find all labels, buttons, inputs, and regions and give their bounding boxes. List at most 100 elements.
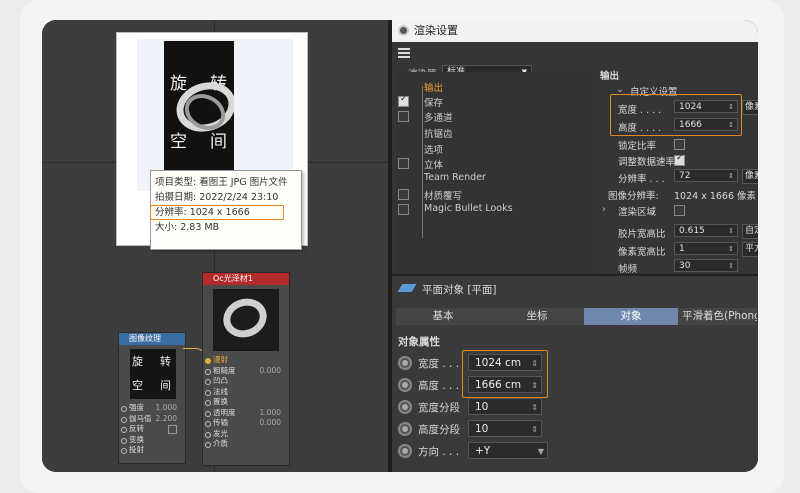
- animate-radio-icon[interactable]: [398, 356, 412, 370]
- orientation-select[interactable]: +Y ▼: [468, 442, 548, 459]
- adjust-rate-checkbox[interactable]: ✓: [674, 153, 685, 166]
- node-param-row[interactable]: 反转: [119, 424, 185, 435]
- animate-radio-icon[interactable]: [398, 378, 412, 392]
- tree-item-material-override[interactable]: 材质覆写: [424, 188, 462, 202]
- tree-item-stereo[interactable]: 立体: [424, 157, 443, 171]
- spinner-icon: ⇕: [531, 403, 538, 412]
- hamburger-menu-icon[interactable]: [398, 48, 410, 58]
- tab-basic[interactable]: 基本: [396, 308, 491, 325]
- magic-bullet-checkbox[interactable]: [398, 204, 409, 215]
- node-title[interactable]: 图像纹理: [119, 333, 185, 345]
- input-port-icon[interactable]: [205, 442, 211, 448]
- viewport-panel[interactable]: 旋 转 空 间 项目类型: 看图王 JPG 图片文件 拍摄日期: 2022/2/…: [42, 20, 388, 472]
- node-param-row[interactable]: 介质: [203, 439, 289, 450]
- lock-ratio-checkbox[interactable]: [674, 139, 685, 150]
- input-port-icon[interactable]: [121, 406, 127, 412]
- material-override-checkbox[interactable]: [398, 189, 409, 200]
- tab-phong[interactable]: 平滑着色(Phong: [678, 308, 758, 325]
- tree-line: [422, 86, 423, 238]
- tree-item-magic-bullet[interactable]: Magic Bullet Looks: [424, 203, 513, 214]
- tree-item-options[interactable]: 选项: [424, 142, 443, 156]
- node-output-row[interactable]: 漫射: [203, 355, 289, 366]
- node-param-row[interactable]: 强度 1.000: [119, 403, 185, 414]
- adjust-rate-label: 调整数据速率: [618, 157, 676, 168]
- spinner-icon: ⇕: [728, 245, 734, 253]
- plane-width-label: 宽度 . . .: [418, 358, 460, 370]
- spinner-icon: ⇕: [728, 262, 734, 270]
- animate-radio-icon[interactable]: [398, 444, 412, 458]
- save-checkbox[interactable]: ✓: [398, 94, 409, 107]
- thumb-char: 转: [160, 355, 171, 368]
- node-param-row[interactable]: 投射: [119, 445, 185, 456]
- film-ratio-select[interactable]: 自定: [742, 224, 758, 239]
- tree-item-multipass[interactable]: 多通道: [424, 110, 453, 124]
- node-param-row[interactable]: 伽马值 2.200: [119, 414, 185, 425]
- image-resolution-value: 1024 x 1666 像素: [674, 191, 757, 202]
- fps-label: 帧频: [618, 264, 638, 275]
- chevron-down-icon: ▼: [537, 447, 544, 456]
- node-param-row[interactable]: 传输 0.000: [203, 418, 289, 429]
- film-ratio-label: 胶片宽高比: [618, 229, 666, 240]
- node-param-row[interactable]: 法线: [203, 387, 289, 398]
- input-port-icon[interactable]: [205, 431, 211, 438]
- tooltip-size: 大小: 2.83 MB: [155, 222, 220, 233]
- node-title[interactable]: Oc光泽材1: [203, 273, 289, 285]
- input-port-icon[interactable]: [205, 379, 211, 385]
- output-heading: 输出: [600, 71, 620, 82]
- node-param-row[interactable]: 发光: [203, 429, 289, 440]
- checkbox[interactable]: [168, 425, 177, 434]
- tree-item-output[interactable]: 输出: [424, 80, 443, 94]
- window-title: 渲染设置: [414, 24, 458, 37]
- unit-select[interactable]: 像素: [742, 100, 758, 115]
- chevron-right-icon[interactable]: ›: [602, 204, 606, 215]
- tab-object[interactable]: 对象: [584, 308, 679, 325]
- animate-radio-icon[interactable]: [398, 400, 412, 414]
- orientation-label: 方向 . . .: [418, 446, 460, 458]
- node-param-row[interactable]: 透明度 1.000: [203, 408, 289, 419]
- input-port-icon[interactable]: [121, 437, 127, 444]
- fps-field[interactable]: 30 ⇕: [674, 259, 738, 272]
- node-param-row[interactable]: 粗糙度 0.000: [203, 366, 289, 377]
- node-param-row[interactable]: 变换: [119, 435, 185, 446]
- tree-item-save[interactable]: 保存: [424, 95, 443, 109]
- plane-object-attributes: 平面对象 [平面] 基本 坐标 对象 平滑着色(Phong 对象属性 宽度 . …: [392, 274, 758, 472]
- resolution-label: 分辨率 . . .: [618, 174, 665, 185]
- input-port-icon[interactable]: [205, 410, 211, 417]
- pixel-ratio-field[interactable]: 1 ⇕: [674, 242, 738, 255]
- thumb-char: 空: [132, 379, 143, 392]
- thumb-char: 旋: [132, 355, 143, 368]
- height-segments-field[interactable]: 10 ⇕: [468, 420, 542, 437]
- cinema4d-logo-icon: [398, 25, 409, 36]
- input-port-icon[interactable]: [121, 427, 127, 433]
- input-port-icon[interactable]: [205, 389, 211, 396]
- tree-item-team-render[interactable]: Team Render: [424, 172, 486, 183]
- tree-item-antialiasing[interactable]: 抗锯齿: [424, 126, 453, 140]
- tab-coordinates[interactable]: 坐标: [490, 308, 585, 325]
- height-segments-label: 高度分段: [418, 424, 460, 436]
- input-port-icon[interactable]: [121, 448, 127, 454]
- node-param-row[interactable]: 置换: [203, 397, 289, 408]
- input-port-icon[interactable]: [205, 400, 211, 406]
- material-ring: [217, 292, 273, 344]
- output-port-icon[interactable]: [205, 358, 211, 364]
- settings-tree: 输出 ✓ 保存 多通道 抗锯齿 选项 立体 Team Render 材质覆写 M…: [396, 72, 594, 282]
- size-highlight: [610, 94, 742, 136]
- resolution-field[interactable]: 72 ⇕: [674, 169, 738, 182]
- render-region-checkbox[interactable]: [674, 205, 685, 216]
- stereo-checkbox[interactable]: [398, 158, 409, 169]
- animate-radio-icon[interactable]: [398, 422, 412, 436]
- width-segments-field[interactable]: 10 ⇕: [468, 398, 542, 415]
- resolution-unit-select[interactable]: 像素: [742, 169, 758, 184]
- multipass-checkbox[interactable]: [398, 111, 409, 122]
- tooltip-type: 项目类型: 看图王 JPG 图片文件: [155, 177, 288, 188]
- input-port-icon[interactable]: [205, 421, 211, 427]
- input-port-icon[interactable]: [121, 416, 127, 423]
- pixel-ratio-select[interactable]: 平方: [742, 242, 758, 257]
- image-texture-node[interactable]: 图像纹理 旋 转 空 间 强度 1.000 伽马值 2.200 反转 变换 投射: [118, 332, 186, 464]
- input-port-icon[interactable]: [205, 368, 211, 375]
- material-preview: [213, 289, 279, 351]
- render-region-label: 渲染区域: [618, 207, 657, 218]
- oc-glossy-material-node[interactable]: Oc光泽材1 漫射 粗糙度 0.000 凹凸 法线 置换 透明度 1.000 传输 0…: [202, 272, 290, 466]
- film-ratio-field[interactable]: 0.615 ⇕: [674, 224, 738, 237]
- node-param-row[interactable]: 凹凸: [203, 376, 289, 387]
